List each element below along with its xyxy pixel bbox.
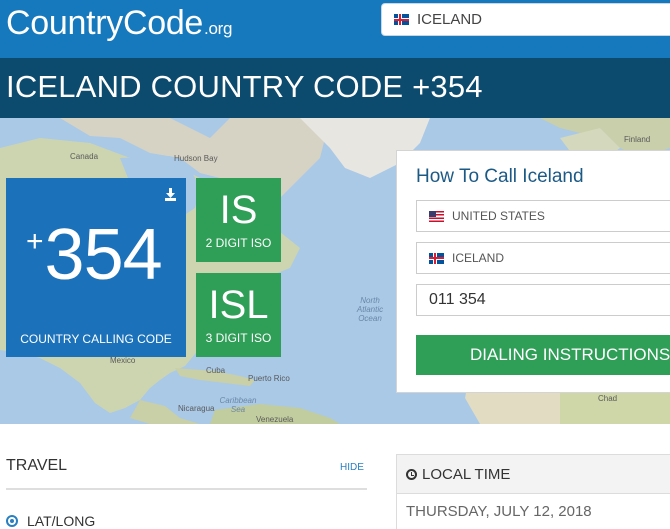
iso2-code: IS xyxy=(219,188,258,232)
logo-main-text: CountryCode xyxy=(6,4,204,42)
hide-travel-link[interactable]: HIDE xyxy=(340,462,364,473)
iso2-box: IS 2 DIGIT ISO xyxy=(196,178,281,262)
map-label-finland: Finland xyxy=(624,135,651,144)
iso2-label: 2 DIGIT ISO xyxy=(205,236,272,250)
map-label-caribbean-sea: Caribbean Sea xyxy=(219,396,257,414)
map-label-puerto-rico: Puerto Rico xyxy=(248,374,290,383)
travel-section-title: TRAVEL xyxy=(6,457,68,474)
compass-icon xyxy=(6,515,18,527)
map-label-venezuela: Venezuela xyxy=(256,415,294,424)
dial-string-field[interactable]: 011 354 xyxy=(416,284,670,316)
to-country-select[interactable]: ICELAND xyxy=(416,242,670,274)
latlong-row[interactable]: LAT/LONG xyxy=(6,513,95,529)
calling-code-caption: COUNTRY CALLING CODE xyxy=(20,332,172,346)
map-label-nicaragua: Nicaragua xyxy=(178,404,215,413)
site-logo[interactable]: CountryCode.org xyxy=(6,4,232,43)
iso3-label: 3 DIGIT ISO xyxy=(205,331,272,345)
clock-icon xyxy=(406,468,417,480)
to-country-value: ICELAND xyxy=(452,251,505,265)
iceland-flag-icon xyxy=(394,14,409,25)
calling-code-digits: 354 xyxy=(44,215,163,295)
dialing-instructions-button[interactable]: DIALING INSTRUCTIONS xyxy=(416,335,670,375)
calling-code-plus: + xyxy=(26,225,44,258)
iso3-code: ISL xyxy=(208,283,269,327)
us-flag-icon xyxy=(429,210,444,222)
travel-divider xyxy=(6,488,367,490)
dial-string-value: 011 354 xyxy=(429,291,486,308)
how-to-call-title: How To Call Iceland xyxy=(416,166,584,187)
top-header: CountryCode.org ICELAND xyxy=(0,0,670,58)
map-label-mexico: Mexico xyxy=(110,356,136,365)
from-country-value: UNITED STATES xyxy=(452,209,545,223)
country-selector[interactable]: ICELAND xyxy=(381,3,670,36)
title-band: ICELAND COUNTRY CODE +354 xyxy=(0,58,670,118)
local-time-title: LOCAL TIME xyxy=(422,465,511,483)
from-country-select[interactable]: UNITED STATES xyxy=(416,200,670,232)
iceland-flag-icon xyxy=(429,252,444,264)
logo-suffix-text: .org xyxy=(204,19,233,38)
calling-code-number: +354 xyxy=(26,219,163,291)
country-selector-value: ICELAND xyxy=(417,11,483,28)
map-label-canada: Canada xyxy=(70,152,99,161)
iso3-box: ISL 3 DIGIT ISO xyxy=(196,273,281,357)
page-title: ICELAND COUNTRY CODE +354 xyxy=(6,69,483,104)
map-label-chad: Chad xyxy=(598,394,618,403)
download-icon[interactable] xyxy=(164,188,177,201)
map-label-cuba: Cuba xyxy=(206,366,226,375)
map-label-north-atlantic-ocean: North Atlantic Ocean xyxy=(356,296,384,323)
local-date-value: THURSDAY, JULY 12, 2018 xyxy=(396,494,670,529)
local-time-header: LOCAL TIME xyxy=(396,454,670,494)
latlong-label: LAT/LONG xyxy=(27,513,96,529)
map-label-hudson-bay: Hudson Bay xyxy=(174,154,218,163)
how-to-call-card: How To Call Iceland UNITED STATES ICELAN… xyxy=(396,150,670,393)
calling-code-box: +354 COUNTRY CALLING CODE xyxy=(6,178,186,357)
